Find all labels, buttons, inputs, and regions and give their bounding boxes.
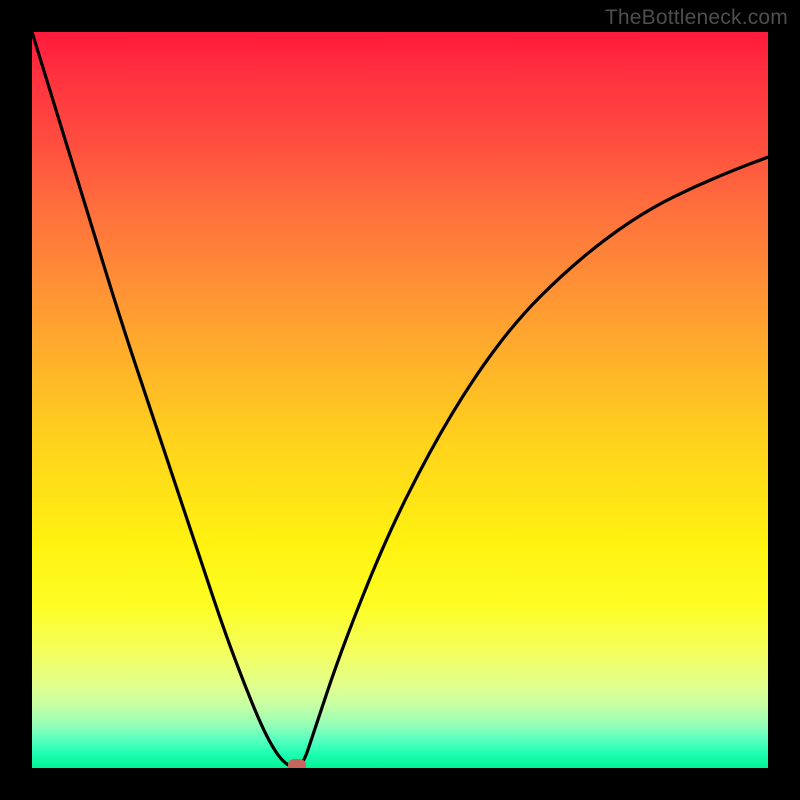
optimum-marker	[288, 759, 306, 768]
curve-layer	[32, 32, 768, 768]
bottleneck-curve	[32, 32, 768, 767]
watermark-text: TheBottleneck.com	[605, 6, 788, 30]
chart-frame: TheBottleneck.com	[0, 0, 800, 800]
plot-area	[32, 32, 768, 768]
